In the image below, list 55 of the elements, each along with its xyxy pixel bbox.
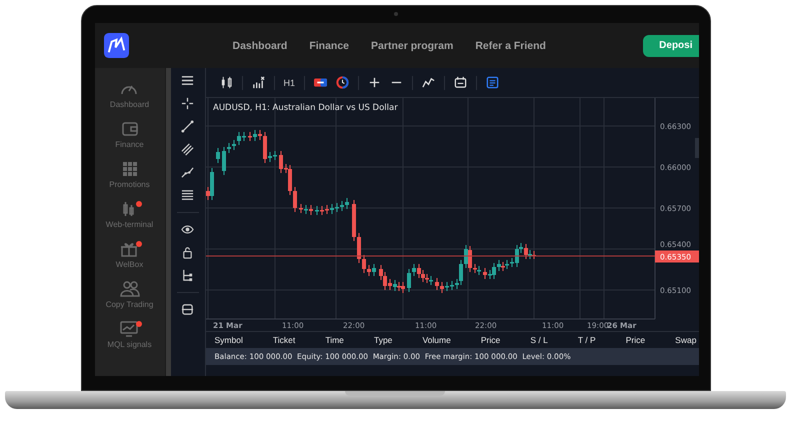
lock-icon[interactable] [181, 246, 194, 259]
layers-icon[interactable] [181, 303, 194, 316]
menu-icon[interactable] [181, 74, 194, 87]
nav-link[interactable]: Refer a Friend [475, 40, 546, 52]
sidebar-item[interactable]: Promotions [109, 160, 150, 189]
column-header: Symbol [214, 335, 243, 345]
bar-chart-icon[interactable] [252, 76, 264, 89]
clock-icon[interactable] [336, 76, 350, 89]
column-header: Type [374, 335, 392, 345]
column-header: Swap [675, 335, 696, 345]
column-header: Price [480, 335, 500, 345]
indicator-icon[interactable] [422, 76, 436, 89]
sidebar-item[interactable]: Copy Trading [106, 280, 154, 309]
trend-line-icon[interactable] [181, 120, 194, 133]
people-icon [120, 280, 140, 298]
monitor-icon [119, 320, 140, 338]
column-header: Ticket [272, 335, 296, 345]
candlestick [216, 148, 220, 164]
sidebar-label: Promotions [109, 180, 150, 189]
timeframe-button[interactable]: H1 [284, 78, 296, 88]
sidebar-item[interactable]: MQL signals [107, 320, 152, 349]
camera-icon [394, 12, 398, 16]
column-header: Volume [422, 335, 451, 345]
zoom-in-icon[interactable] [368, 76, 382, 89]
toggle-icon[interactable] [314, 76, 328, 89]
column-header: Time [325, 335, 344, 345]
nav-link[interactable]: Partner program [371, 40, 454, 52]
sidebar-item[interactable]: Finance [115, 120, 144, 149]
sidebar-label: Copy Trading [106, 300, 154, 309]
sidebar-label: Dashboard [110, 100, 150, 109]
polyline-icon[interactable] [181, 166, 194, 179]
nav-link[interactable]: Dashboard [232, 40, 288, 52]
logo-icon [104, 33, 128, 58]
deposit-button[interactable]: Deposi [643, 34, 698, 56]
sidebar-label: MQL signals [107, 340, 152, 349]
column-header: T / P [578, 335, 596, 345]
sidebar-label: Finance [115, 140, 144, 149]
list-icon[interactable] [486, 76, 500, 89]
parallel-lines-icon[interactable] [181, 143, 194, 156]
column-header: S / L [530, 335, 548, 345]
column-header: Price [626, 335, 646, 345]
tree-icon[interactable] [181, 269, 194, 282]
sidebar-label: WelBox [116, 260, 144, 269]
sidebar-item[interactable]: Web-terminal [106, 200, 154, 229]
gift-icon [119, 240, 140, 258]
wallet-icon [120, 120, 140, 138]
calendar-icon[interactable] [454, 76, 468, 89]
crosshair-icon[interactable] [181, 97, 194, 110]
nav-link[interactable]: Finance [309, 40, 350, 52]
sidebar-item[interactable]: Dashboard [110, 80, 150, 109]
chart-title: AUDUSD, H1: Australian Dollar vs US Dollar [212, 103, 398, 113]
sidebar-label: Web-terminal [106, 220, 154, 229]
eye-icon[interactable] [181, 223, 194, 236]
candlestick-icon[interactable] [220, 76, 232, 89]
sidebar-item[interactable]: WelBox [116, 240, 144, 269]
